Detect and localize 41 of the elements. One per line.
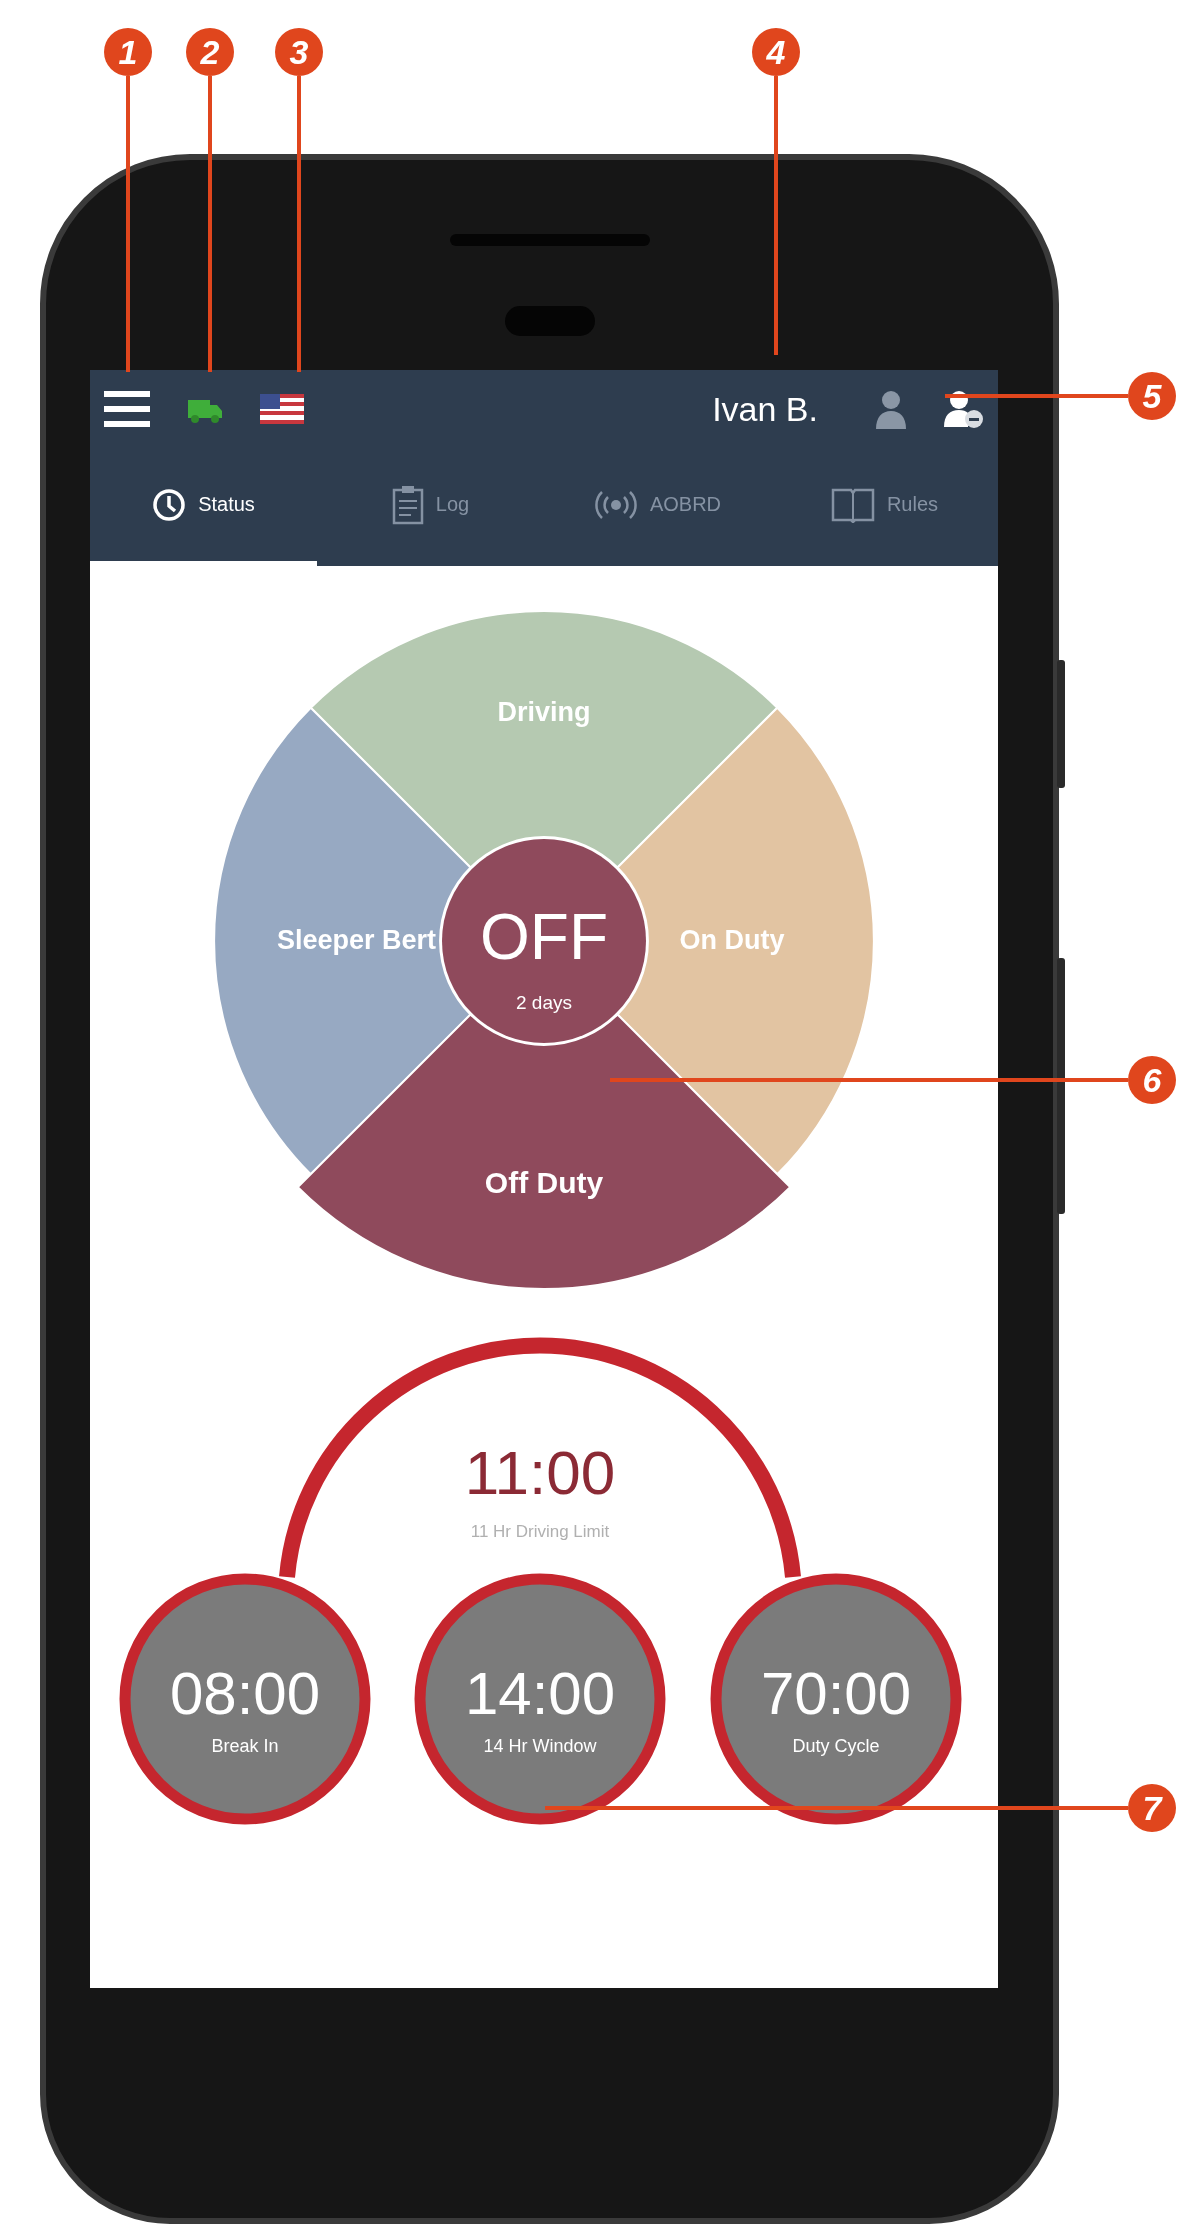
menu-icon[interactable] bbox=[104, 391, 150, 427]
person-icon[interactable] bbox=[874, 389, 908, 429]
user-settings-icon[interactable] bbox=[944, 389, 984, 429]
callout-marker: 2 bbox=[186, 28, 234, 76]
clipboard-icon bbox=[391, 484, 424, 525]
status-segment[interactable] bbox=[213, 706, 472, 1176]
timer-value: 14:00 bbox=[464, 1660, 616, 1727]
timer-label: 14 Hr Window bbox=[483, 1736, 597, 1756]
timer-value: 70:00 bbox=[760, 1660, 912, 1727]
callout-marker: 4 bbox=[752, 28, 800, 76]
timer-value: 11:00 bbox=[464, 1438, 616, 1507]
timer-circle[interactable] bbox=[119, 1573, 371, 1825]
callout-marker: 1 bbox=[104, 28, 152, 76]
tab[interactable]: Log bbox=[317, 448, 544, 566]
user-name: Ivan B. bbox=[712, 389, 818, 429]
status-duration: 2 days bbox=[516, 992, 572, 1013]
timer-label: 11 Hr Driving Limit bbox=[470, 1522, 610, 1541]
status-label: On Duty bbox=[679, 925, 785, 955]
status-segment[interactable] bbox=[309, 610, 779, 869]
timer-circle[interactable] bbox=[710, 1573, 962, 1825]
status-segment[interactable] bbox=[296, 1013, 792, 1290]
callout-marker: 5 bbox=[1128, 372, 1176, 420]
status-segment[interactable] bbox=[616, 706, 875, 1176]
current-status: OFF bbox=[480, 901, 608, 973]
status-label: Off Duty bbox=[484, 1166, 604, 1199]
status-label: Driving bbox=[497, 697, 591, 727]
flag-icon[interactable] bbox=[260, 394, 304, 424]
clock-icon bbox=[152, 487, 187, 522]
tab[interactable]: Status bbox=[90, 448, 317, 566]
tab[interactable]: AOBRD bbox=[544, 448, 771, 566]
callout-marker: 7 bbox=[1128, 1784, 1176, 1832]
callout-marker: 6 bbox=[1128, 1056, 1176, 1104]
timer-label: Duty Cycle bbox=[792, 1736, 880, 1756]
timer-label: Break In bbox=[211, 1736, 279, 1756]
timer-circle[interactable] bbox=[414, 1573, 666, 1825]
timer-value: 08:00 bbox=[169, 1660, 321, 1727]
callout-marker: 3 bbox=[275, 28, 323, 76]
book-icon bbox=[830, 486, 875, 523]
tab[interactable]: Rules bbox=[771, 448, 998, 566]
status-label: Sleeper Bert bbox=[276, 925, 436, 955]
signal-icon bbox=[593, 488, 638, 521]
